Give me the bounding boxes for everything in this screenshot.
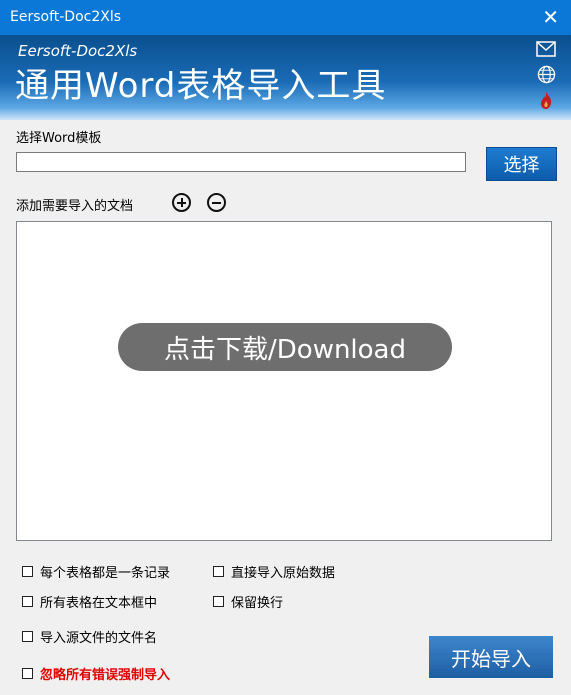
option-tables-in-textbox[interactable]: 所有表格在文本框中 <box>22 592 157 611</box>
select-template-button[interactable]: 选择 <box>486 147 557 181</box>
banner-title: 通用Word表格导入工具 <box>15 66 387 106</box>
window-title: Eersoft-Doc2Xls <box>10 9 122 25</box>
checkbox[interactable] <box>22 566 33 577</box>
close-icon[interactable]: ✕ <box>542 5 559 29</box>
checkbox[interactable] <box>22 668 33 679</box>
option-keep-line-breaks[interactable]: 保留换行 <box>213 592 283 611</box>
start-import-button[interactable]: 开始导入 <box>429 636 553 678</box>
checkbox[interactable] <box>213 596 224 607</box>
documents-label: 添加需要导入的文档 <box>16 199 134 214</box>
option-import-raw-data[interactable]: 直接导入原始数据 <box>213 562 335 581</box>
globe-icon[interactable] <box>536 64 556 84</box>
checkbox[interactable] <box>22 596 33 607</box>
option-ignore-all-errors[interactable]: 忽略所有错误强制导入 <box>22 664 170 683</box>
checkbox[interactable] <box>22 631 33 642</box>
title-bar: Eersoft-Doc2Xls ✕ <box>0 0 571 35</box>
option-each-table-one-record[interactable]: 每个表格都是一条记录 <box>22 562 170 581</box>
add-document-icon[interactable] <box>172 193 191 212</box>
document-list[interactable] <box>16 221 552 541</box>
template-path-input[interactable] <box>16 152 466 172</box>
mail-icon[interactable] <box>536 39 556 59</box>
checkbox[interactable] <box>213 566 224 577</box>
app-banner: Eersoft-Doc2Xls 通用Word表格导入工具 <box>0 35 571 120</box>
remove-document-icon[interactable] <box>207 193 226 212</box>
download-overlay-button[interactable]: 点击下载/Download <box>118 323 452 371</box>
template-label: 选择Word模板 <box>16 131 102 146</box>
option-import-source-filename[interactable]: 导入源文件的文件名 <box>22 627 157 646</box>
flame-icon[interactable] <box>536 91 556 111</box>
